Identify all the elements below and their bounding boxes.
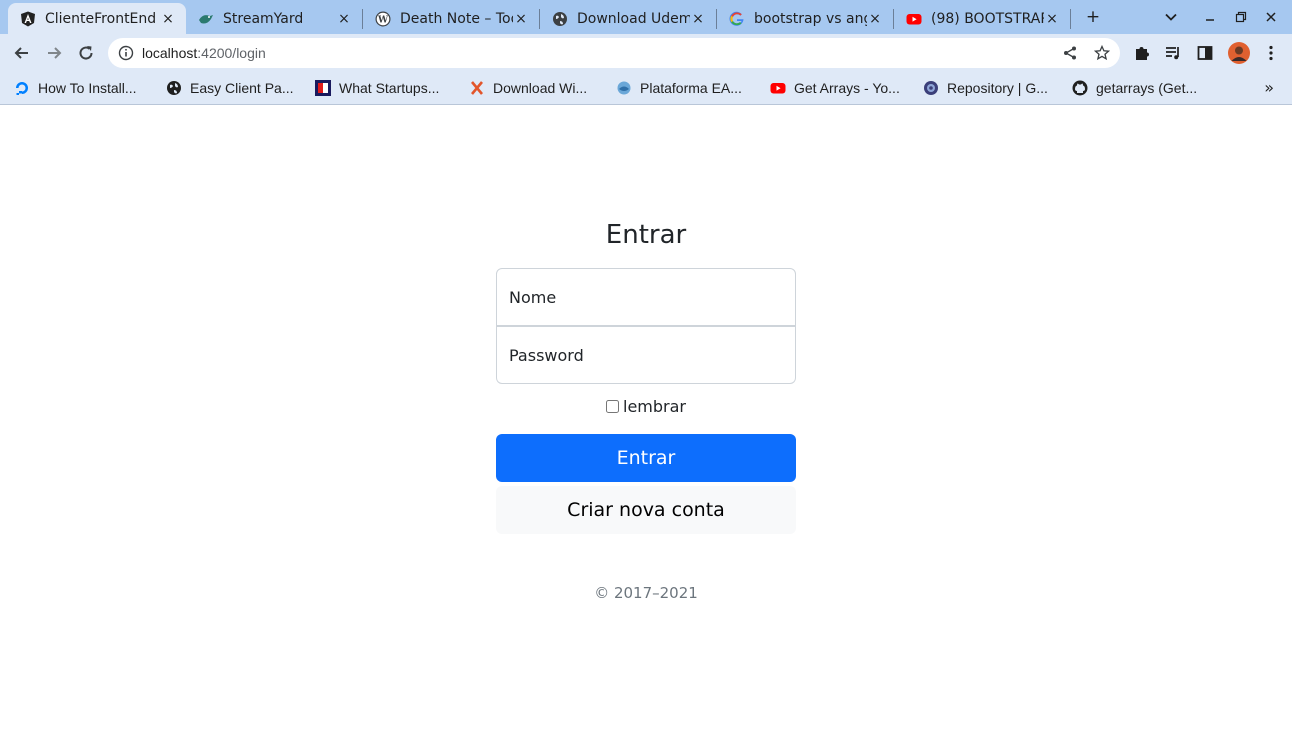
close-icon[interactable]: ×: [336, 11, 352, 27]
bookmark-label: Easy Client Pa...: [190, 80, 294, 96]
bookmark-repository[interactable]: Repository | G...: [923, 77, 1048, 99]
side-panel-button[interactable]: [1195, 43, 1215, 63]
tab-title: ClienteFrontEnd: [45, 10, 157, 27]
info-icon[interactable]: [118, 45, 134, 61]
remember-checkbox[interactable]: [606, 399, 619, 413]
close-icon[interactable]: ×: [867, 11, 883, 27]
chevron-down-icon: [1165, 13, 1177, 21]
close-icon: [1266, 12, 1276, 22]
tab-separator: [1070, 9, 1071, 29]
bookmark-get-arrays-youtube[interactable]: Get Arrays - Yo...: [770, 77, 900, 99]
name-field[interactable]: [496, 268, 796, 326]
url-path: :4200/login: [197, 45, 266, 61]
share-icon[interactable]: [1062, 45, 1078, 61]
tab-death-note[interactable]: W Death Note – Too ×: [363, 3, 539, 34]
tab-clientefrontend[interactable]: ClienteFrontEnd ×: [8, 3, 186, 34]
bookmark-download-win[interactable]: Download Wi...: [469, 77, 587, 99]
profile-button[interactable]: [1227, 41, 1251, 65]
remember-label: lembrar: [623, 396, 686, 416]
tab-download-udemy[interactable]: Download Udem ×: [540, 3, 716, 34]
close-icon[interactable]: ×: [690, 11, 706, 27]
bookmark-label: How To Install...: [38, 80, 137, 96]
tab-streamyard[interactable]: StreamYard ×: [186, 3, 362, 34]
forward-button[interactable]: [40, 39, 68, 67]
svg-text:W: W: [377, 15, 389, 25]
bookmark-label: Repository | G...: [947, 80, 1048, 96]
tab-title: StreamYard: [223, 10, 304, 27]
bookmark-plataforma-ea[interactable]: Plataforma EA...: [616, 77, 742, 99]
platform-icon: [616, 80, 632, 96]
restore-button[interactable]: [1229, 5, 1253, 29]
browser-chrome: ClienteFrontEnd × StreamYard × W Death N…: [0, 0, 1292, 105]
bookmarks-overflow-button[interactable]: »: [1264, 78, 1274, 97]
bookmark-label: Get Arrays - Yo...: [794, 80, 900, 96]
playlist-icon: [1166, 47, 1179, 60]
tab-title: bootstrap vs ang: [754, 10, 867, 27]
extensions-button[interactable]: [1132, 43, 1152, 63]
kebab-menu-icon: [1269, 45, 1273, 61]
new-tab-button[interactable]: +: [1081, 5, 1105, 29]
bookmark-label: What Startups...: [339, 80, 440, 96]
close-icon[interactable]: ×: [1044, 11, 1060, 27]
arrow-left-icon: [14, 47, 28, 59]
youtube-icon: [906, 11, 922, 27]
media-controls-button[interactable]: [1163, 43, 1183, 63]
login-form: Entrar lembrar Entrar Criar nova conta ©…: [496, 217, 796, 602]
side-panel-icon: [1197, 46, 1213, 60]
tab-strip: ClienteFrontEnd × StreamYard × W Death N…: [0, 0, 1292, 34]
minimize-icon: [1206, 19, 1214, 21]
bookmarks-bar: How To Install... Easy Client Pa... What…: [0, 72, 1292, 105]
minimize-button[interactable]: [1198, 5, 1222, 29]
digitalocean-icon: [14, 80, 30, 96]
url-host: localhost: [142, 45, 198, 61]
tab-title: Download Udem: [577, 10, 690, 27]
x-icon: [469, 80, 485, 96]
bookmark-how-to-install[interactable]: How To Install...: [14, 77, 137, 99]
github-icon: [1072, 80, 1088, 96]
tab-title: Death Note – Too: [400, 10, 513, 27]
close-window-button[interactable]: [1259, 5, 1283, 29]
browser-toolbar: localhost:4200/login: [0, 34, 1292, 72]
close-icon[interactable]: ×: [513, 11, 529, 27]
bookmark-label: Download Wi...: [493, 80, 588, 96]
wordpress-icon: W: [375, 11, 391, 27]
google-icon: [729, 11, 745, 27]
avatar: [1228, 42, 1250, 64]
back-button[interactable]: [8, 39, 36, 67]
arrow-right-icon: [48, 47, 62, 59]
bookmark-getarrays-github[interactable]: getarrays (Get...: [1072, 77, 1197, 99]
tab-title: (98) BOOTSTRAP: [931, 10, 1044, 27]
reload-button[interactable]: [72, 39, 100, 67]
youtube-icon: [770, 80, 786, 96]
tab-youtube-bootstrap[interactable]: (98) BOOTSTRAP ×: [894, 3, 1070, 34]
remember-me[interactable]: lembrar: [496, 384, 796, 428]
tab-search-button[interactable]: [1159, 5, 1183, 29]
repository-icon: [923, 80, 939, 96]
globe-icon: [552, 11, 568, 27]
address-bar[interactable]: localhost:4200/login: [108, 38, 1120, 68]
menu-button[interactable]: [1261, 43, 1281, 63]
tab-bootstrap-vs-angular[interactable]: bootstrap vs ang ×: [717, 3, 893, 34]
globe-icon: [166, 80, 182, 96]
bookmark-easy-client[interactable]: Easy Client Pa...: [166, 77, 294, 99]
password-field[interactable]: [496, 326, 796, 384]
puzzle-icon: [1136, 47, 1149, 60]
startups-icon: [315, 80, 331, 96]
bookmark-label: Plataforma EA...: [640, 80, 742, 96]
copyright-text: © 2017–2021: [594, 584, 698, 602]
login-button[interactable]: Entrar: [496, 434, 796, 482]
bookmark-what-startups[interactable]: What Startups...: [315, 77, 439, 99]
angular-icon: [20, 11, 36, 27]
url-text: localhost:4200/login: [142, 38, 266, 68]
restore-icon: [1235, 11, 1247, 23]
star-icon[interactable]: [1094, 45, 1110, 61]
reload-icon: [79, 46, 93, 60]
streamyard-icon: [198, 11, 214, 27]
bookmark-label: getarrays (Get...: [1096, 80, 1198, 96]
page-content: Entrar lembrar Entrar Criar nova conta ©…: [0, 105, 1292, 741]
page-title: Entrar: [605, 220, 687, 250]
close-icon[interactable]: ×: [160, 11, 176, 27]
create-account-button[interactable]: Criar nova conta: [496, 486, 796, 534]
